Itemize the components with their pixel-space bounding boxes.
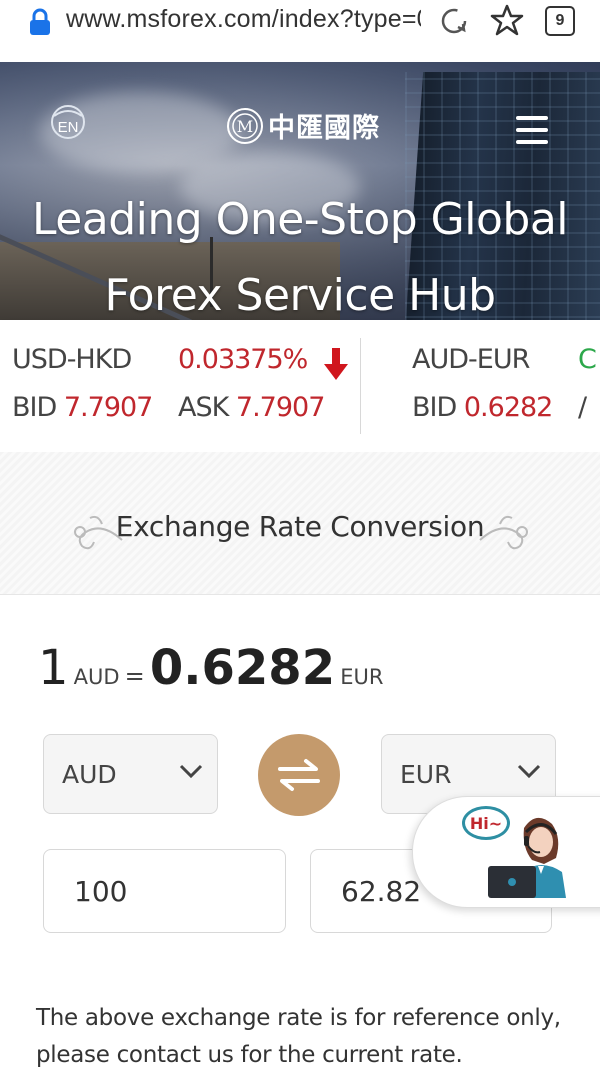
support-agent-icon[interactable] (484, 808, 580, 900)
url-text[interactable]: www.msforex.com/index?type=02 (66, 5, 421, 34)
bid-value: 0.6282 (463, 392, 553, 423)
bookmark-star-icon[interactable] (490, 3, 524, 37)
hero-banner: EN M 中匯國際 Leading One-Stop Global Forex … (0, 62, 600, 320)
ticker-divider (360, 338, 361, 434)
ticker-change: C (578, 344, 597, 375)
rate-summary: 1 AUD = 0.6282 EUR (38, 640, 383, 696)
logo-text: 中匯國際 (268, 113, 380, 144)
ticker-bid: BID 0.6282 (412, 392, 553, 423)
brand-logo[interactable]: M 中匯國際 (226, 106, 380, 145)
from-amount-input[interactable]: 100 (43, 849, 286, 933)
hero-title: Leading One-Stop Global Forex Service Hu… (0, 182, 600, 320)
chevron-down-icon (517, 764, 541, 779)
bid-value: 7.7907 (63, 392, 153, 423)
rate-one: 1 (38, 640, 69, 696)
logo-emblem-icon: M (227, 107, 263, 144)
hamburger-menu-icon[interactable] (516, 116, 548, 146)
arrow-down-icon (324, 348, 348, 380)
logo-mark-letter: M (237, 117, 253, 136)
language-label: EN (58, 119, 79, 136)
chevron-down-icon (179, 764, 203, 779)
ticker-pair-usd-hkd: USD-HKD (12, 344, 132, 375)
hero-title-line2: Forex Service Hub (104, 270, 496, 320)
tab-count-button[interactable]: 9 (545, 6, 575, 36)
ticker-change: 0.03375% (178, 344, 308, 375)
swap-arrows-icon (278, 759, 320, 791)
reload-icon[interactable] (438, 5, 470, 37)
lock-icon (30, 8, 50, 35)
ticker-ask: / (578, 392, 587, 423)
browser-address-bar: www.msforex.com/index?type=02 9 (0, 0, 600, 62)
rate-equals: = (124, 662, 145, 690)
from-currency-select[interactable]: AUD (43, 734, 218, 814)
rate-to-code: EUR (340, 665, 384, 689)
rate-value: 0.6282 (149, 640, 336, 696)
language-globe-icon[interactable]: EN (48, 102, 88, 142)
bid-label: BID (412, 392, 457, 423)
swap-currency-button[interactable] (258, 734, 340, 816)
to-currency-value: EUR (400, 759, 452, 789)
ticker-bid: BID 7.7907 (12, 392, 153, 423)
disclaimer-note: The above exchange rate is for reference… (36, 1005, 561, 1068)
ask-label: ASK (178, 392, 229, 423)
rate-from-code: AUD (73, 665, 120, 689)
ticker-pair-aud-eur: AUD-EUR (412, 344, 530, 375)
rate-ticker: USD-HKD 0.03375% BID 7.7907 ASK 7.7907 A… (0, 320, 600, 452)
bid-label: BID (12, 392, 57, 423)
from-currency-value: AUD (62, 759, 117, 789)
ticker-ask: ASK 7.7907 (178, 392, 325, 423)
ask-value: 7.7907 (235, 392, 325, 423)
ornament-right-icon (479, 515, 528, 550)
hero-title-line1: Leading One-Stop Global (31, 194, 569, 245)
